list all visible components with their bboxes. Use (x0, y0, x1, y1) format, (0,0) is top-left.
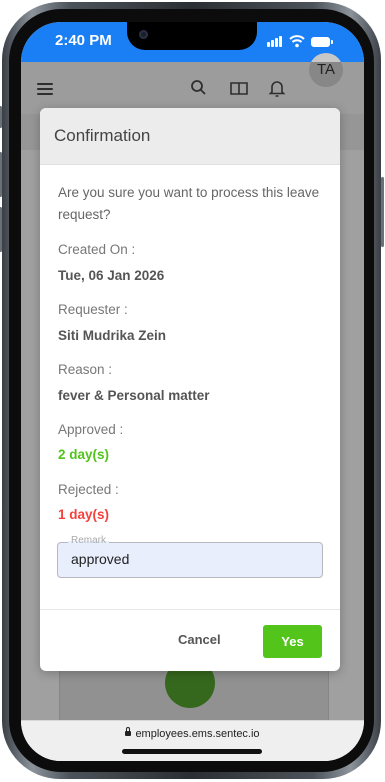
reason-label: Reason : (58, 362, 113, 377)
cancel-button[interactable]: Cancel (178, 632, 221, 647)
created-on-value: Tue, 06 Jan 2026 (58, 268, 165, 283)
remark-input[interactable] (71, 551, 301, 567)
status-time: 2:40 PM (55, 32, 112, 49)
screen: 2:40 PM TA employees.ems.sentec.io Confi… (21, 22, 364, 761)
browser-url-bar[interactable]: employees.ems.sentec.io (21, 720, 364, 761)
approved-value: 2 day(s) (58, 447, 110, 462)
dialog-footer: Cancel Yes (40, 609, 340, 671)
url-text: employees.ems.sentec.io (135, 728, 260, 740)
status-bar: 2:40 PM (21, 22, 364, 62)
remark-label: Remark (68, 535, 110, 546)
rejected-value: 1 day(s) (58, 507, 110, 522)
rejected-label: Rejected : (58, 482, 119, 497)
approved-label: Approved : (58, 422, 124, 437)
front-camera (139, 30, 148, 39)
created-on-label: Created On : (58, 242, 136, 257)
remark-field[interactable]: Remark (57, 535, 323, 578)
dialog-title: Confirmation (54, 126, 151, 145)
power-button (381, 177, 384, 247)
confirmation-question: Are you sure you want to process this le… (58, 185, 320, 222)
reason-value: fever & Personal matter (58, 388, 210, 403)
wifi-icon (289, 35, 305, 48)
requester-value: Siti Mudrika Zein (58, 328, 167, 343)
lock-icon (125, 727, 132, 736)
battery-icon (311, 37, 333, 47)
volume-up-button (0, 152, 2, 197)
volume-down-button (0, 207, 2, 252)
confirmation-dialog: Confirmation Are you sure you want to pr… (40, 108, 340, 671)
action-button (0, 106, 2, 128)
home-indicator[interactable] (122, 749, 262, 754)
requester-label: Requester : (58, 302, 128, 317)
dialog-header: Confirmation (40, 108, 340, 165)
yes-button[interactable]: Yes (263, 625, 322, 658)
